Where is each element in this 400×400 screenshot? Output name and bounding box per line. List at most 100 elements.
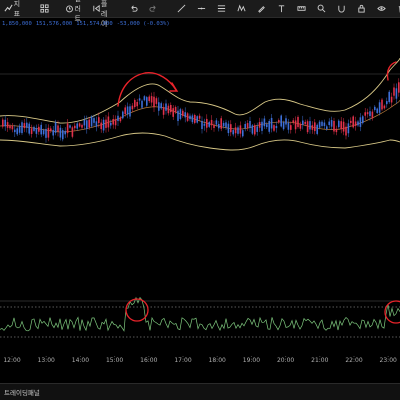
candle-body xyxy=(117,115,119,122)
candle-body xyxy=(105,119,107,128)
candle-body xyxy=(340,121,342,130)
candle-body xyxy=(215,120,218,125)
candle-body xyxy=(306,121,309,133)
candle-body xyxy=(110,122,112,126)
drawing-annotations xyxy=(117,61,400,324)
trading-panel-tab[interactable]: 트레이딩패널 xyxy=(4,387,40,397)
candle-body xyxy=(167,105,170,114)
time-axis-label: 12:00 xyxy=(3,357,20,364)
fib-tool[interactable] xyxy=(211,0,231,18)
candle-body xyxy=(143,96,146,101)
candle-body xyxy=(131,105,134,110)
candle-body xyxy=(258,122,261,128)
candle-body xyxy=(328,121,330,126)
candle-body xyxy=(59,127,62,138)
candle-body xyxy=(227,123,230,134)
candle-body xyxy=(76,123,78,129)
candle-body xyxy=(28,123,30,134)
visibility-tool[interactable] xyxy=(371,0,391,18)
replay-button[interactable]: 리플레이 xyxy=(89,0,115,28)
candle-body xyxy=(213,124,215,128)
candle-body xyxy=(42,130,45,135)
candle-body xyxy=(290,125,292,130)
candle-body xyxy=(321,121,323,126)
candle-body xyxy=(102,119,105,131)
replay-icon xyxy=(92,2,101,16)
horizontal-line-tool[interactable] xyxy=(191,0,211,18)
candle-body xyxy=(50,128,52,131)
status-bar: 트레이딩패널 xyxy=(0,383,400,400)
candle-body xyxy=(69,125,71,128)
price-chart[interactable]: 12:00 13:00 14:00 15:00 16:00 17:00 18:00 19:00… xyxy=(0,28,400,383)
candle-body xyxy=(126,106,129,115)
candle-body xyxy=(244,123,246,129)
zoom-tool[interactable] xyxy=(311,0,331,18)
candle-body xyxy=(14,129,16,133)
layout-button[interactable] xyxy=(34,0,54,18)
pattern-icon xyxy=(234,2,248,16)
candle-body xyxy=(21,122,23,134)
pattern-tool[interactable] xyxy=(231,0,251,18)
magnet-tool[interactable] xyxy=(331,0,351,18)
candle-body xyxy=(64,130,66,135)
candle-body xyxy=(338,120,340,128)
candle-body xyxy=(364,112,366,116)
annotation-circle-left xyxy=(125,298,149,322)
brush-tool[interactable] xyxy=(251,0,271,18)
measure-tool[interactable] xyxy=(291,0,311,18)
candle-body xyxy=(9,125,11,129)
candle-body xyxy=(134,99,136,108)
candle-body xyxy=(23,123,26,129)
candle-body xyxy=(18,125,21,133)
candle-body xyxy=(299,124,302,129)
candle-body xyxy=(189,115,191,120)
candle-body xyxy=(278,120,280,123)
time-axis-label: 19:00 xyxy=(243,357,260,364)
fibonacci-icon xyxy=(214,2,228,16)
alert-button[interactable]: 얼러트 xyxy=(62,0,88,23)
text-tool[interactable] xyxy=(271,0,291,18)
candle-body xyxy=(282,122,285,130)
eye-icon xyxy=(374,2,388,16)
candle-body xyxy=(270,117,273,129)
candle-body xyxy=(388,91,390,103)
candle-body xyxy=(81,124,83,128)
candle-body xyxy=(179,109,182,119)
candle-body xyxy=(386,101,388,105)
candle-body xyxy=(347,123,350,134)
candle-body xyxy=(273,125,275,131)
candle-body xyxy=(330,120,333,127)
redo-icon xyxy=(146,2,160,16)
candle-body xyxy=(256,126,258,132)
candle-body xyxy=(146,97,148,106)
candle-body xyxy=(345,126,347,136)
indicator-button[interactable]: 지표 xyxy=(0,0,26,18)
candle-body xyxy=(83,119,86,126)
candle-body xyxy=(287,122,290,130)
candle-body xyxy=(174,107,177,113)
candle-body xyxy=(350,120,352,123)
candle-body xyxy=(38,126,40,132)
candle-body xyxy=(294,120,297,130)
annotation-circle-right xyxy=(384,300,400,324)
candle-body xyxy=(203,123,206,126)
candle-body xyxy=(311,125,314,130)
delete-tool[interactable] xyxy=(391,0,400,18)
candle-body xyxy=(162,107,165,115)
trendline-tool[interactable] xyxy=(171,0,191,18)
candle-body xyxy=(318,121,321,128)
candle-body xyxy=(354,121,357,126)
undo-button[interactable] xyxy=(123,0,143,18)
candle-body xyxy=(390,96,393,103)
candle-body xyxy=(309,121,311,130)
candle-body xyxy=(98,117,100,123)
lock-tool[interactable] xyxy=(351,0,371,18)
candle-body xyxy=(71,127,74,137)
upper-band-line xyxy=(0,57,400,124)
candle-body xyxy=(138,98,141,101)
redo-button[interactable] xyxy=(143,0,163,18)
time-axis-label: 22:00 xyxy=(345,357,362,364)
candle-body xyxy=(182,110,184,116)
candle-body xyxy=(261,121,263,131)
candle-body xyxy=(326,126,328,130)
